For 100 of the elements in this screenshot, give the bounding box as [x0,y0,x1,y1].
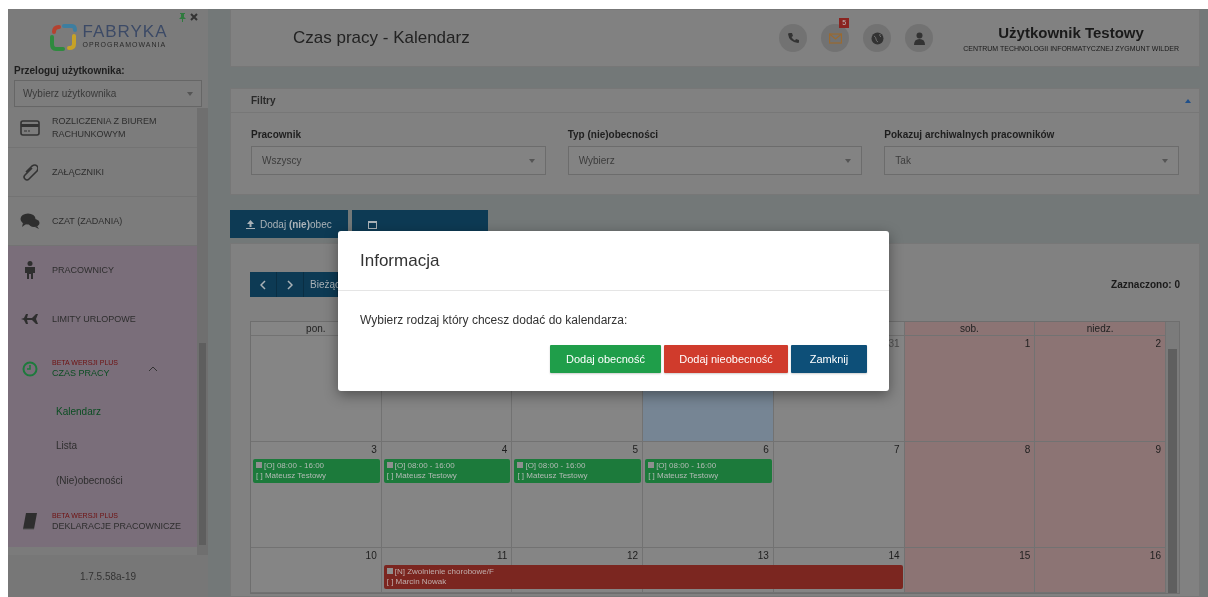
selected-count: Zaznaczono: 0 [1111,278,1180,292]
add-button[interactable]: Dodaj (nie)obec [230,210,348,238]
caret-icon [528,158,535,163]
select-field[interactable]: Wszyscy [251,146,546,175]
current-month-button[interactable]: Bieżąc [304,272,338,297]
header-icon-button[interactable] [905,24,934,52]
checkbox-icon[interactable] [648,462,655,468]
chevron-up-icon [148,366,158,372]
user-select[interactable]: Wybierz użytkownika [14,80,202,107]
person-icon [24,261,36,279]
day-number: 13 [756,549,770,563]
day-number: 7 [893,443,901,457]
day-number: 11 [496,549,509,563]
card-icon [20,119,40,136]
field-label: Pokazuj archiwalnych pracowników [884,128,1056,142]
day-number: 2 [1154,337,1162,351]
day-number: 12 [626,549,640,563]
header-icon-button[interactable] [863,24,892,52]
scrollbar[interactable] [1166,322,1179,593]
page-title: Czas pracy - Kalendarz [293,27,471,50]
day-number: 9 [1154,443,1162,457]
day-number: 14 [887,549,901,563]
pin-icon[interactable] [179,13,186,22]
presence-event[interactable]: [O] 08:00 - 16:00 [ ] Mateusz Testowy [514,459,642,483]
add-presence-button[interactable]: Dodaj obecność [550,345,661,373]
calendar-icon [367,219,377,229]
menu-label: ZAŁĄCZNIKI [52,166,104,177]
menu-label: CZAS PRACY [52,368,110,379]
day-number: 3 [370,443,378,457]
menu-label: PRACOWNICY [52,264,114,275]
weekday-header: sob. [904,322,1036,336]
event-title: [O] 08:00 - 16:00 [656,461,717,470]
presence-event[interactable]: [O] 08:00 - 16:00 [ ] Mateusz Testowy [253,459,380,483]
version-text: 1.7.5.58a-19 [79,569,137,584]
day-number: 8 [1023,443,1032,457]
close-button[interactable]: Zamknij [791,345,867,373]
submenu-item[interactable]: Lista [8,428,197,463]
event-title: [O] 08:00 - 16:00 [264,461,325,470]
checkbox-icon[interactable] [517,462,524,468]
scrollbar-thumb[interactable] [1168,349,1177,593]
chevron-left-icon [260,279,266,290]
plane-icon [21,311,39,327]
clock-icon [22,361,38,377]
menu-label: LIMITY URLOPOWE [52,313,136,324]
next-button[interactable] [277,272,304,297]
day-number: 16 [1148,549,1162,563]
header-icon-button[interactable] [779,24,808,52]
logo-icon [48,22,79,52]
select-field[interactable]: Wybierz [567,146,863,175]
event-person: [ ] Mateusz Testowy [386,471,458,481]
absence-event[interactable]: [N] Zwolnienie chorobowe/F [ ] Marcin Nowak [383,565,903,589]
day-number: 5 [631,443,640,457]
collapse-caret-icon[interactable] [1185,98,1191,103]
submenu-item[interactable]: (Nie)obecności [8,463,197,498]
dialog-title: Informacja [360,249,440,272]
checkbox-icon[interactable] [256,462,262,468]
caret-icon [187,91,193,96]
day-number: 1 [1023,337,1032,351]
chevron-right-icon [287,279,293,290]
event-title: [N] Zwolnienie chorobowe/F [394,567,494,576]
field-label: Pracownik [251,128,303,142]
checkbox-icon[interactable] [386,568,393,574]
chat-icon [20,213,40,229]
presence-event[interactable]: [O] 08:00 - 16:00 [ ] Mateusz Testowy [645,459,772,483]
menu-item[interactable]: PRACOWNICY [8,246,197,295]
event-person: [ ] Marcin Nowak [386,577,448,587]
select-field[interactable]: Tak [884,146,1179,175]
envelope-icon [828,31,842,45]
event-person: [ ] Mateusz Testowy [517,471,589,481]
menu-label: DEKLARACJE PRACOWNICZE [52,521,182,532]
scrollbar[interactable] [197,108,208,555]
menu-label: CZAT (ZADANIA) [52,215,123,226]
event-person: [ ] Mateusz Testowy [256,471,328,481]
field-label: Typ (nie)obecności [567,128,660,142]
add-absence-button[interactable]: Dodaj nieobecność [664,345,788,373]
event-title: [O] 08:00 - 16:00 [525,461,586,470]
presence-event[interactable]: [O] 08:00 - 16:00 [ ] Mateusz Testowy [383,459,511,483]
caret-icon [1162,158,1168,163]
previous-button[interactable] [250,272,277,297]
day-number: 15 [1018,549,1032,563]
caret-icon [845,158,852,163]
close-icon[interactable] [190,13,198,21]
menu-item[interactable]: LIMITY URLOPOWE [8,295,197,344]
menu-label: ROZLICZENIA Z BIUREM RACHUNKOWYM [52,116,157,139]
day-number: 6 [762,443,770,457]
header-icon-button[interactable] [821,24,850,52]
checkbox-icon[interactable] [386,462,393,468]
event-title: [O] 08:00 - 16:00 [394,461,455,470]
upload-icon [246,219,255,229]
event-person: [ ] Mateusz Testowy [648,471,720,481]
logo-text: FABRYKA [82,23,168,41]
user-name: Użytkownik Testowy [997,22,1145,43]
book-icon [22,513,38,531]
globe-icon [870,31,884,45]
day-number: 4 [500,443,509,457]
phone-icon [786,31,800,45]
day-number: 10 [364,549,378,563]
weekday-header: niedz. [1035,322,1166,336]
panel-title: Filtry [251,94,276,108]
submenu-item[interactable]: Kalendarz [8,395,197,428]
